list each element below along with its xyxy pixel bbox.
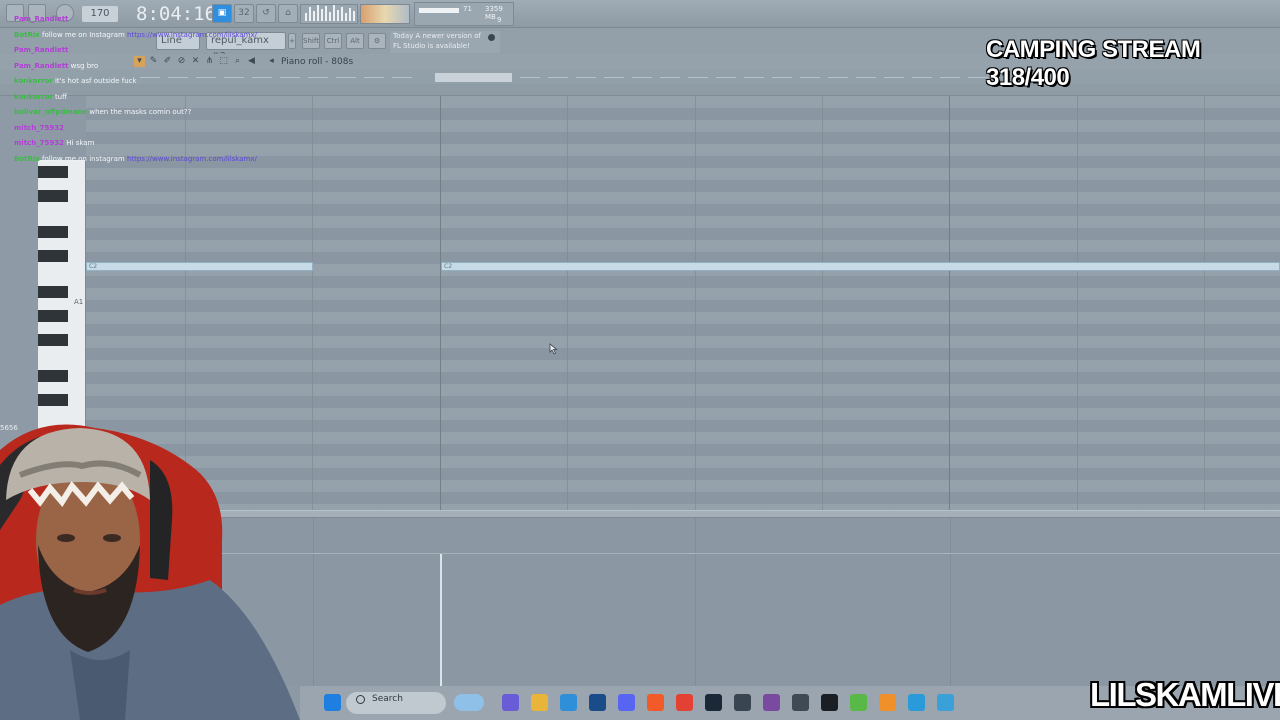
grid-line (1204, 96, 1205, 510)
chat-overlay: Pam_Randlett BotRix follow me on Instagr… (0, 12, 300, 167)
shift-button[interactable]: Shift (302, 33, 320, 49)
info-icon (488, 34, 495, 41)
chat-message: BotRix follow me on Instagram https://ww… (0, 28, 300, 44)
chat-message: konkorror it's hot asf outside fuck (0, 74, 300, 90)
alt-button[interactable]: Alt (346, 33, 364, 49)
copilot-icon[interactable] (502, 694, 519, 711)
grid-line (695, 518, 696, 686)
chat-username: mitch_75932 (14, 139, 65, 147)
search-icon (356, 695, 365, 704)
grid-line (950, 518, 951, 686)
cpu-bar (419, 8, 459, 13)
chat-message: Pam_Randlett (0, 43, 300, 59)
black-key[interactable] (38, 310, 68, 322)
chat-link[interactable]: https://www.instagram.com/lilskamx/ (127, 31, 257, 39)
black-key[interactable] (38, 166, 68, 178)
black-key[interactable] (38, 370, 68, 382)
black-key[interactable] (38, 334, 68, 346)
black-key[interactable] (38, 250, 68, 262)
windows-start-icon[interactable] (324, 694, 341, 711)
chat-message: konkorror tuff (0, 90, 300, 106)
chat-username: mitch_75932 (14, 123, 65, 132)
chat-username: Pam_Randlett (14, 15, 69, 23)
chat-message: bolivar_offpdmane when the masks comin o… (0, 105, 300, 121)
grid-line (1077, 96, 1078, 510)
note-c2[interactable]: C2 (86, 262, 313, 271)
master-volume-meter[interactable] (360, 4, 410, 24)
scroll-thumb[interactable] (435, 73, 512, 82)
chat-link[interactable]: https://www.instagram.com/lilskamx/ (127, 155, 257, 163)
black-key[interactable] (38, 394, 68, 406)
chat-text: wsg bro (70, 61, 99, 70)
webcam-feed (0, 424, 300, 720)
chat-username: konkorror (14, 92, 53, 101)
chat-username: bolivar_offpdmane (14, 108, 88, 116)
chat-username: konkorror (14, 77, 53, 85)
chat-message: Pam_Randlett wsg bro (0, 59, 300, 75)
chat-text: Hi skam (66, 139, 95, 147)
grid-line (567, 96, 568, 510)
chat-text: follow me on Instagram (42, 30, 125, 39)
update-hint-line2: FL Studio is available! (393, 42, 470, 50)
typing-keyboard-icon[interactable]: ⚙ (368, 33, 386, 49)
grid-line (312, 96, 313, 510)
grid-bar-line (949, 96, 950, 510)
steam-icon[interactable] (705, 694, 722, 711)
winrar-icon[interactable] (763, 694, 780, 711)
grid-line (695, 96, 696, 510)
update-hint-panel[interactable]: Today A newer version of FL Studio is av… (390, 31, 500, 53)
grid-line (822, 96, 823, 510)
discord-icon[interactable] (618, 694, 635, 711)
chat-text: follow me on instagram (42, 154, 125, 163)
weather-icon[interactable] (454, 694, 484, 711)
polyphony-value: 9 (497, 16, 502, 24)
chat-message: BotRix follow me on instagram https://ww… (0, 152, 300, 168)
cursor-icon (549, 343, 558, 355)
grid-line (313, 518, 314, 686)
utorrent-icon[interactable] (850, 694, 867, 711)
fl-studio-icon[interactable] (879, 694, 896, 711)
brave-icon[interactable] (647, 694, 664, 711)
scroll-track-right (520, 77, 1000, 78)
chat-text: tuff (54, 92, 67, 101)
notepad-icon[interactable] (937, 694, 954, 711)
store-icon[interactable] (560, 694, 577, 711)
chat-message: mitch_75932 Hi skam (0, 136, 300, 152)
taskbar-search-label: Search (372, 694, 403, 704)
edge-icon[interactable] (908, 694, 925, 711)
note-c2[interactable]: C2 (441, 262, 1280, 271)
chat-message: Pam_Randlett (0, 12, 300, 28)
cpu-monitor: 71 3359 MB 9 (414, 2, 514, 26)
photoshop-icon[interactable] (589, 694, 606, 711)
chat-username: BotRix (14, 154, 40, 163)
stream-title-overlay: CAMPING STREAM 318/400 (986, 36, 1201, 91)
chat-username: Pam_Randlett (14, 46, 69, 54)
4k-downloader-icon[interactable] (792, 694, 809, 711)
chat-text: when the masks comin out?? (89, 108, 192, 116)
update-hint-line1: Today A newer version of (393, 32, 481, 40)
oscilloscope (300, 4, 358, 24)
chat-username: Pam_Randlett (14, 61, 69, 70)
black-key[interactable] (38, 190, 68, 202)
chat-text: it's hot asf outside fuck (54, 77, 137, 85)
key-label-a1: A1 (74, 298, 84, 306)
chat-message: mitch_75932 (0, 121, 300, 137)
keyboard-app-icon[interactable] (734, 694, 751, 711)
chrome-icon[interactable] (676, 694, 693, 711)
cpu-value: 71 (463, 5, 472, 13)
channel-brand-overlay: LILSKAMLIVE (1090, 676, 1280, 713)
grid-bar-line (440, 96, 441, 510)
screen: 170 8:04:16 ▣ 32 ↺ ⌂ 71 3359 MB 9 Line r… (0, 0, 1280, 720)
black-key[interactable] (38, 226, 68, 238)
capcut-icon[interactable] (821, 694, 838, 711)
file-explorer-icon[interactable] (531, 694, 548, 711)
velocity-bar[interactable] (440, 554, 442, 686)
chat-username: BotRix (14, 30, 40, 39)
black-key[interactable] (38, 286, 68, 298)
ctrl-button[interactable]: Ctrl (324, 33, 342, 49)
